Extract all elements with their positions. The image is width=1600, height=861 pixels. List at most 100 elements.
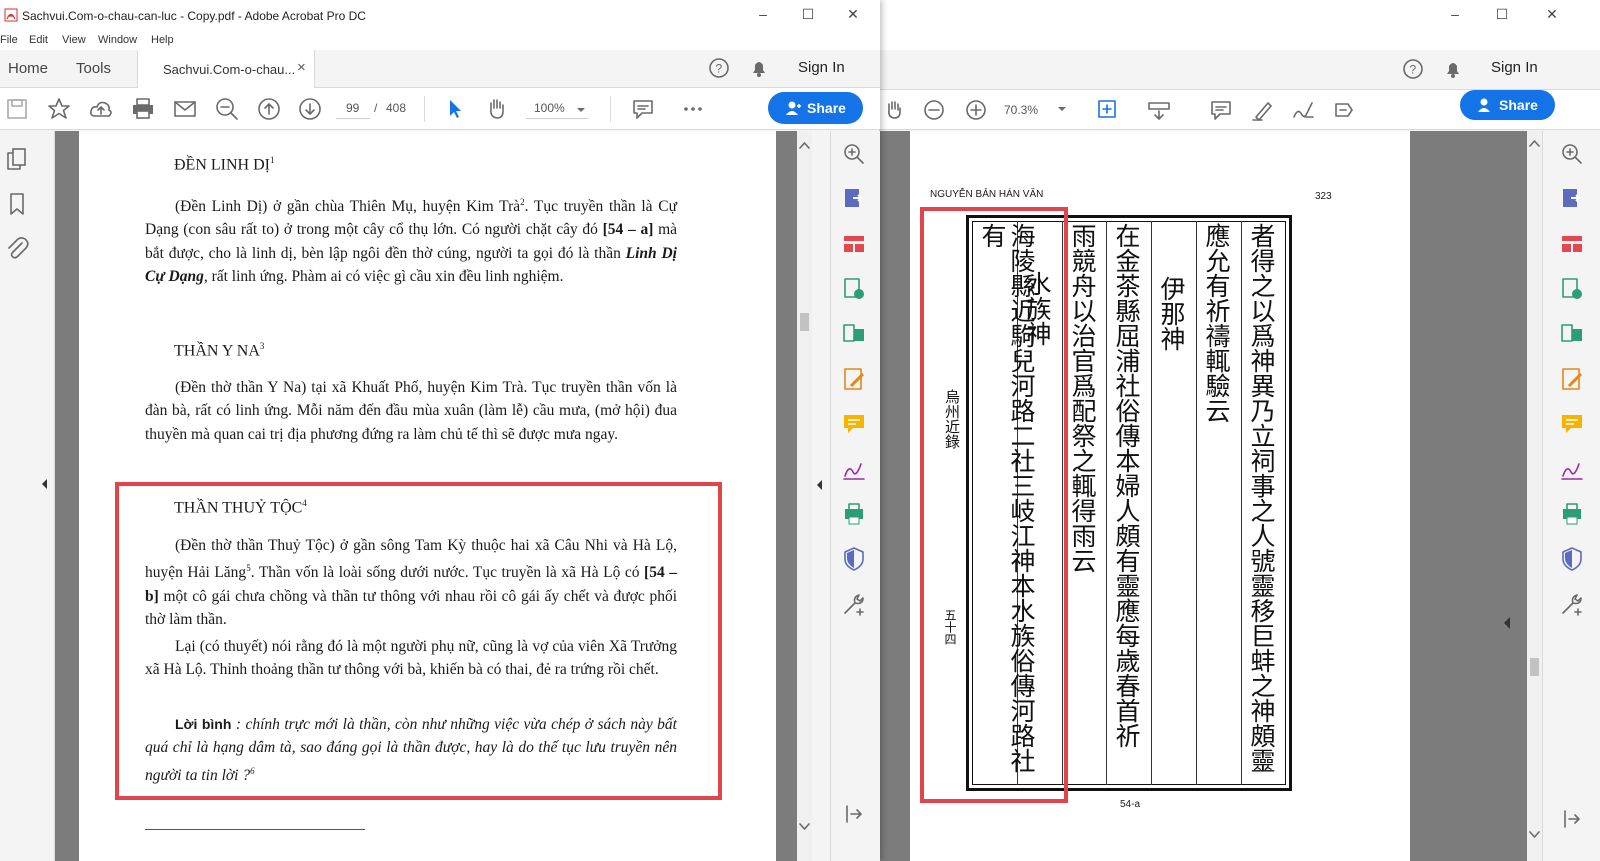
previous-page-icon[interactable] [256, 96, 282, 122]
fill-sign-icon[interactable] [1331, 97, 1357, 123]
save-icon[interactable] [4, 96, 30, 122]
column-rule [1196, 221, 1197, 785]
collapse-rail-icon[interactable] [841, 801, 867, 827]
collapse-rail-icon[interactable] [1559, 806, 1585, 832]
hand-tool-icon[interactable] [882, 98, 906, 122]
fill-sign-tool-icon[interactable] [841, 456, 867, 482]
tab-close-button[interactable]: × [297, 59, 306, 76]
maximize-button[interactable]: ☐ [1492, 6, 1512, 26]
close-window-button[interactable]: ✕ [843, 6, 863, 26]
tab-tools[interactable]: Tools [76, 60, 111, 77]
protect-shield-icon[interactable] [841, 546, 867, 572]
minimize-button[interactable]: – [1445, 6, 1465, 26]
help-icon[interactable]: ? [708, 57, 730, 79]
select-arrow-icon[interactable] [442, 96, 468, 122]
organize-pages-icon[interactable] [1559, 231, 1585, 257]
scroll-up-icon[interactable] [799, 141, 810, 149]
sign-in-link[interactable]: Sign In [798, 59, 845, 76]
chevron-down-icon [577, 108, 585, 112]
share-button[interactable]: Share [1460, 90, 1555, 120]
scrollbar-thumb[interactable] [800, 313, 809, 331]
collapse-pane-icon[interactable] [1500, 611, 1516, 635]
edit-pdf-icon[interactable] [841, 366, 867, 392]
sign-in-link[interactable]: Sign In [1491, 59, 1538, 76]
minimize-button[interactable]: – [753, 6, 773, 26]
email-icon[interactable] [172, 96, 198, 122]
right-titlebar: – ☐ ✕ [880, 0, 1600, 30]
comment-tool-icon[interactable] [841, 411, 867, 437]
comment-tool-icon[interactable] [1559, 411, 1585, 437]
bell-icon[interactable] [1442, 58, 1464, 80]
print-production-icon[interactable] [841, 501, 867, 527]
scroll-up-icon[interactable] [1529, 139, 1540, 147]
toolbar: 99 / 408 100% Share [0, 88, 880, 130]
bookmarks-icon[interactable] [4, 191, 30, 217]
more-tools-icon[interactable] [841, 591, 867, 617]
bookmark-star-icon[interactable] [46, 96, 72, 122]
menubar: File Edit View Window Help [0, 32, 880, 50]
create-pdf-icon[interactable] [841, 276, 867, 302]
sign-icon[interactable] [1290, 97, 1316, 123]
scroll-mode-icon[interactable] [1146, 97, 1172, 123]
menu-window[interactable]: Window [98, 34, 137, 46]
zoom-out-icon[interactable] [922, 98, 946, 122]
highlight-pen-icon[interactable] [1250, 97, 1276, 123]
tab-document[interactable]: Sachvui.Com-o-chau... × [137, 50, 315, 88]
scroll-down-icon[interactable] [799, 823, 810, 831]
comment-icon[interactable] [1208, 97, 1234, 123]
page-footer-ref: 54-a [1120, 799, 1141, 810]
print-production-icon[interactable] [1559, 501, 1585, 527]
zoom-search-icon[interactable] [1559, 141, 1585, 167]
more-tools-icon[interactable] [1559, 591, 1585, 617]
tools-rail [830, 131, 880, 861]
organize-pages-icon[interactable] [841, 231, 867, 257]
svg-text:?: ? [1410, 63, 1417, 77]
share-button[interactable]: Share [768, 92, 863, 124]
right-document-viewport[interactable]: NGUYỄN BẢN HÁN VĂN 323 烏州近錄 五十四 海陵縣近駒兒河路… [880, 131, 1527, 861]
chevron-down-icon[interactable] [1057, 104, 1067, 114]
next-page-icon[interactable] [297, 96, 323, 122]
expand-pane-icon[interactable] [40, 477, 50, 491]
right-vertical-scrollbar[interactable] [1527, 131, 1542, 861]
document-viewport[interactable]: ĐỀN LINH DỊ1 (Đền Linh Dị) ở gần chùa Th… [55, 131, 797, 861]
acrobat-logo-icon [4, 8, 18, 22]
scroll-down-icon[interactable] [1529, 831, 1540, 839]
page-number-input[interactable]: 99 [336, 99, 370, 119]
menu-file[interactable]: File [0, 34, 18, 46]
collapse-pane-icon[interactable] [815, 478, 825, 492]
protect-shield-icon[interactable] [1559, 546, 1585, 572]
bell-icon[interactable] [748, 57, 770, 79]
attachments-icon[interactable] [4, 235, 30, 261]
combine-files-icon[interactable] [841, 321, 867, 347]
export-pdf-icon[interactable] [841, 186, 867, 212]
print-icon[interactable] [130, 96, 156, 122]
combine-files-icon[interactable] [1559, 321, 1585, 347]
upload-cloud-icon[interactable] [88, 96, 114, 122]
zoom-search-icon[interactable] [214, 96, 240, 122]
more-options-icon[interactable] [680, 96, 706, 122]
edit-pdf-icon[interactable] [1559, 366, 1585, 392]
hand-tool-icon[interactable] [484, 96, 510, 122]
fill-sign-tool-icon[interactable] [1559, 456, 1585, 482]
menu-view[interactable]: View [62, 34, 86, 46]
tab-home[interactable]: Home [8, 60, 48, 77]
menu-edit[interactable]: Edit [29, 34, 48, 46]
fit-page-icon[interactable] [1095, 97, 1121, 123]
paragraph-1: (Đền Linh Dị) ở gần chùa Thiên Mụ, huyện… [145, 197, 678, 286]
create-pdf-icon[interactable] [1559, 276, 1585, 302]
export-pdf-icon[interactable] [1559, 186, 1585, 212]
help-icon[interactable]: ? [1402, 58, 1424, 80]
scrollbar-thumb[interactable] [1530, 658, 1539, 676]
comment-icon[interactable] [630, 96, 656, 122]
maximize-button[interactable]: ☐ [798, 6, 818, 26]
page-separator: / [374, 101, 378, 115]
vertical-scrollbar[interactable] [797, 131, 812, 861]
right-toolbar: 70.3% Share [880, 90, 1600, 130]
page-thumbnails-icon[interactable] [4, 147, 30, 173]
zoom-search-icon[interactable] [841, 141, 867, 167]
zoom-in-icon[interactable] [964, 98, 988, 122]
close-window-button[interactable]: ✕ [1542, 6, 1562, 26]
zoom-select[interactable]: 100% [526, 99, 588, 119]
zoom-level[interactable]: 70.3% [1004, 103, 1038, 117]
menu-help[interactable]: Help [151, 34, 174, 46]
